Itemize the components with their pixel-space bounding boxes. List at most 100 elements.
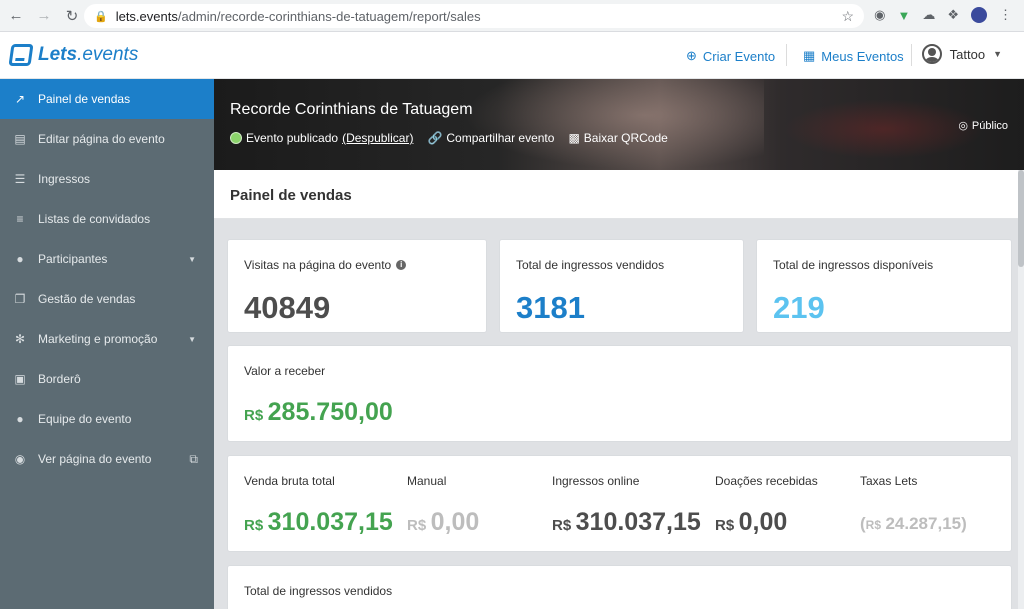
back-arrow-icon[interactable]: ← (4, 4, 28, 28)
tickets-available-label: Total de ingressos disponíveis (773, 258, 934, 272)
sidebar-item-label: Equipe do evento (38, 412, 132, 426)
user-name: Tattoo (949, 46, 986, 62)
share-event-link[interactable]: Compartilhar evento (446, 131, 554, 145)
event-banner: Recorde Corinthians de Tatuagem Evento p… (214, 79, 1024, 170)
lock-icon: 🔒 (94, 10, 108, 23)
lets-fees-value: (R$ 24.287,15) (860, 514, 967, 533)
my-events-label: Meus Eventos (821, 48, 904, 64)
url-path: /admin/recorde-corinthians-de-tatuagem/r… (177, 8, 481, 24)
sidebar-item-label: Painel de vendas (38, 92, 131, 106)
sidebar-item-marketing-e-promocao[interactable]: ✻ Marketing e promoção ▼ (0, 319, 214, 359)
logo-text-light: .events (77, 44, 139, 65)
my-events-link[interactable]: ▦ Meus Eventos (803, 48, 904, 64)
reload-icon[interactable]: ↻ (60, 4, 84, 28)
manual-sales-label: Manual (407, 474, 447, 488)
sidebar-item-editar-pagina[interactable]: ▤ Editar página do evento (0, 119, 214, 159)
calendar-icon: ▦ (803, 48, 816, 63)
visits-label: Visitas na página do evento (244, 258, 392, 272)
visibility-toggle[interactable]: ◎ Público (958, 119, 1008, 133)
online-tickets-value: R$ 310.037,15 (552, 508, 701, 536)
caret-down-icon: ▼ (188, 334, 196, 344)
sidebar-item-equipe-do-evento[interactable]: ● Equipe do evento (0, 399, 214, 439)
tickets-sold-section: Total de ingressos vendidos (227, 565, 1012, 609)
tickets-available-card: Total de ingressos disponíveis 219 (756, 239, 1012, 333)
revenue-card: Venda bruta total R$ 310.037,15 Manual R… (227, 455, 1012, 552)
header-divider (786, 44, 787, 66)
manual-sales-value: R$ 0,00 (407, 508, 480, 536)
page-title: Painel de vendas (230, 187, 352, 204)
caret-down-icon: ▼ (188, 254, 196, 264)
sidebar: ↗ Painel de vendas ▤ Editar página do ev… (0, 79, 214, 609)
create-event-link[interactable]: ⊕ Criar Evento (686, 48, 775, 64)
extensions-area: ◉ ▼ ☁ ❖ ⋮ (874, 7, 1012, 23)
link-icon: 🔗 (427, 131, 443, 145)
address-bar[interactable]: 🔒 lets.events/admin/recorde-corinthians-… (84, 4, 864, 28)
qrcode-icon: ▩ (568, 131, 580, 145)
broadcast-icon: ✻ (14, 332, 26, 346)
sidebar-item-gestao-de-vendas[interactable]: ❐ Gestão de vendas (0, 279, 214, 319)
menu-dots-icon[interactable]: ⋮ (999, 7, 1012, 23)
download-icon[interactable]: ▼ (897, 8, 910, 23)
sidebar-item-ingressos[interactable]: ☰ Ingressos (0, 159, 214, 199)
receivable-card: Valor a receber R$ 285.750,00 (227, 345, 1012, 442)
tickets-sold-section-title: Total de ingressos vendidos (244, 584, 393, 598)
event-title: Recorde Corinthians de Tatuagem (230, 101, 473, 118)
lets-events-logo[interactable]: Lets.events (8, 44, 139, 66)
donations-label: Doações recebidas (715, 474, 818, 488)
sidebar-item-label: Ver página do evento (38, 452, 152, 466)
online-tickets-label: Ingressos online (552, 474, 640, 488)
sidebar-item-painel-de-vendas[interactable]: ↗ Painel de vendas (0, 79, 214, 119)
bookmark-star-icon[interactable]: ☆ (841, 8, 854, 25)
sidebar-item-listas-de-convidados[interactable]: ≡ Listas de convidados (0, 199, 214, 239)
sidebar-item-label: Listas de convidados (38, 212, 151, 226)
windows-icon: ❐ (14, 292, 26, 306)
profile-avatar-icon[interactable] (971, 7, 987, 23)
sidebar-item-ver-pagina-do-evento[interactable]: ◉ Ver página do evento ⧉ (0, 439, 214, 479)
sidebar-item-label: Borderô (38, 372, 81, 386)
gross-sales-value: R$ 310.037,15 (244, 508, 393, 536)
sidebar-item-participantes[interactable]: ● Participantes ▼ (0, 239, 214, 279)
url-host: lets.events (115, 8, 178, 24)
sidebar-item-label: Marketing e promoção (38, 332, 158, 346)
eye-icon: ◉ (14, 452, 26, 466)
unpublish-link[interactable]: (Despublicar) (342, 131, 413, 145)
tickets-sold-value: 3181 (516, 290, 585, 325)
scrollbar-thumb[interactable] (1018, 170, 1024, 267)
visibility-label: Público (971, 119, 1008, 132)
caret-down-icon: ▼ (993, 49, 1002, 59)
edit-window-icon: ▤ (14, 132, 26, 146)
receipt-icon: ▣ (14, 372, 26, 386)
sidebar-item-bordero[interactable]: ▣ Borderô (0, 359, 214, 399)
sidebar-item-label: Participantes (38, 252, 108, 266)
gross-sales-label: Venda bruta total (244, 474, 335, 488)
puzzle-icon[interactable]: ❖ (947, 7, 959, 23)
camera-icon[interactable]: ◉ (874, 7, 885, 23)
user-avatar-icon (921, 44, 942, 64)
receivable-value: R$ 285.750,00 (244, 398, 393, 426)
cloud-icon[interactable]: ☁ (922, 7, 935, 23)
tickets-sold-label: Total de ingressos vendidos (516, 258, 665, 272)
user-menu[interactable]: Tattoo ▼ (921, 44, 1002, 64)
list-icon: ≡ (16, 212, 24, 226)
scrollbar[interactable] (1018, 170, 1024, 609)
external-link-icon: ⧉ (189, 451, 198, 466)
visits-value: 40849 (244, 290, 331, 325)
header-divider (911, 44, 912, 66)
users-icon: ● (16, 252, 24, 266)
visits-card: Visitas na página do evento i 40849 (227, 239, 487, 333)
sidebar-item-label: Gestão de vendas (38, 292, 136, 306)
tickets-sold-card: Total de ingressos vendidos 3181 (499, 239, 744, 333)
download-qrcode-link[interactable]: Baixar QRCode (584, 131, 668, 145)
event-status: Evento publicado (246, 131, 339, 145)
info-icon[interactable]: i (396, 260, 407, 270)
tickets-available-value: 219 (773, 290, 825, 325)
sidebar-item-label: Editar página do evento (38, 132, 165, 146)
donations-value: R$ 0,00 (715, 508, 788, 536)
team-icon: ● (16, 412, 24, 426)
lets-fees-label: Taxas Lets (860, 474, 918, 488)
browser-toolbar: ← → ↻ 🔒 lets.events/admin/recorde-corint… (0, 0, 1024, 32)
logo-mark-icon (8, 44, 34, 66)
receivable-label: Valor a receber (244, 364, 326, 378)
event-meta: Evento publicado (Despublicar) 🔗 Compart… (230, 131, 668, 145)
forward-arrow-icon[interactable]: → (32, 4, 56, 28)
